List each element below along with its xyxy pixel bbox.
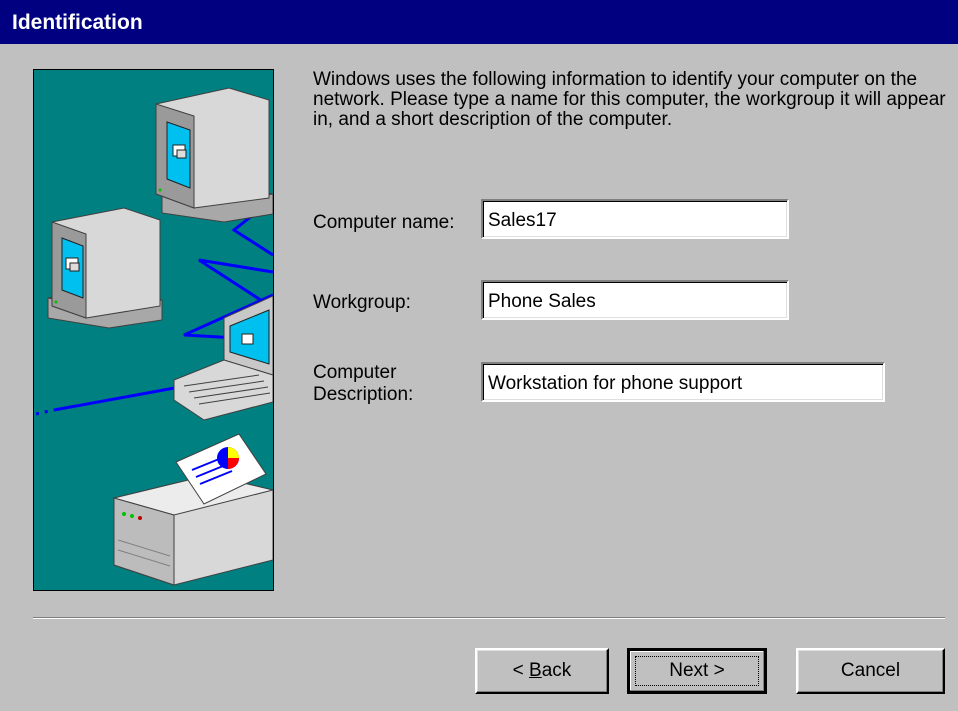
network-illustration [33, 69, 274, 591]
laptop-icon [173, 295, 273, 421]
next-button[interactable]: Next > [627, 648, 767, 694]
next-button-label: Next > [669, 660, 725, 681]
back-button-prefix: < [512, 660, 530, 681]
computer-description-label-line2: Description: [313, 384, 414, 405]
dialog-separator [33, 617, 945, 619]
computer-2-icon [47, 207, 163, 329]
back-button-label: ack [541, 660, 572, 681]
workgroup-label: Workgroup: [313, 292, 411, 313]
computer-1-icon [155, 87, 273, 223]
cancel-button[interactable]: Cancel [796, 648, 945, 694]
network-line-dots [35, 408, 55, 416]
computer-description-field[interactable] [481, 362, 885, 402]
printer-icon [112, 433, 273, 586]
dialog-title-bar: Identification [0, 0, 958, 44]
workgroup-field[interactable] [481, 280, 789, 320]
computer-description-label-line1: Computer [313, 362, 397, 383]
computer-name-label: Computer name: [313, 212, 455, 233]
network-illustration-art [35, 87, 273, 586]
cancel-button-label: Cancel [840, 660, 901, 681]
back-button[interactable]: < Back [475, 648, 609, 694]
computer-name-field[interactable] [481, 199, 789, 239]
back-button-accelerator: B [529, 660, 542, 681]
computer-description-label: Computer Description: [313, 362, 413, 406]
dialog-title: Identification [12, 11, 143, 34]
intro-text: Windows uses the following information t… [313, 69, 946, 130]
